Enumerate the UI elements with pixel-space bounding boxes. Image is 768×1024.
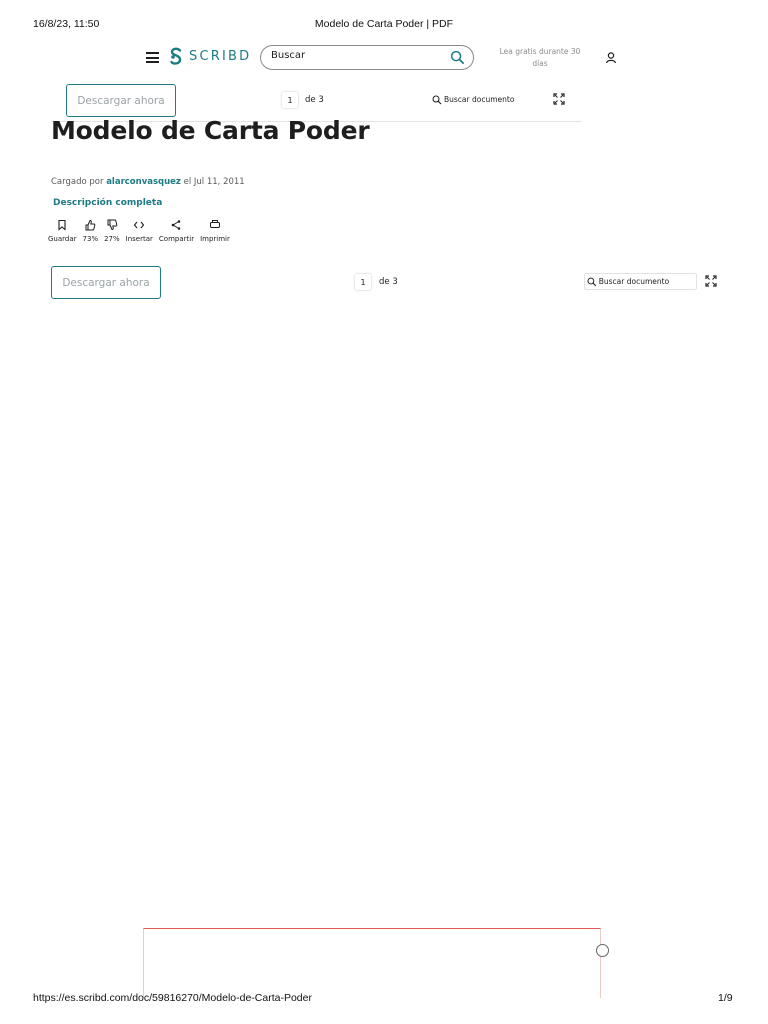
share-button[interactable]: Compartir bbox=[159, 219, 194, 243]
scribd-logo-icon bbox=[170, 47, 182, 65]
document-search-input[interactable] bbox=[442, 95, 544, 104]
author-link[interactable]: alarconvasquez bbox=[106, 177, 181, 187]
code-icon bbox=[134, 221, 145, 229]
search-icon[interactable] bbox=[450, 50, 465, 65]
page-total: de 3 bbox=[305, 95, 324, 105]
document-search-secondary[interactable] bbox=[584, 273, 697, 290]
page-number-input-secondary[interactable]: 1 bbox=[355, 274, 371, 290]
download-now-button-secondary[interactable]: Descargar ahora bbox=[51, 266, 161, 299]
dislike-percent: 27% bbox=[104, 235, 120, 243]
download-now-button[interactable]: Descargar ahora bbox=[66, 84, 176, 117]
bookmark-icon bbox=[58, 219, 66, 231]
print-button[interactable]: Imprimir bbox=[200, 219, 230, 243]
logo-text: SCRIBD bbox=[189, 49, 252, 64]
upload-date: el Jul 11, 2011 bbox=[183, 177, 245, 187]
save-label: Guardar bbox=[48, 235, 77, 243]
dislike-button[interactable]: 27% bbox=[104, 219, 120, 243]
search-icon bbox=[587, 277, 597, 286]
search-input[interactable] bbox=[271, 50, 441, 61]
document-title: Modelo de Carta Poder bbox=[51, 116, 370, 145]
printer-icon bbox=[209, 220, 220, 228]
fullscreen-icon[interactable] bbox=[553, 93, 565, 105]
print-page-count: 1/9 bbox=[718, 992, 733, 1004]
thumbs-up-icon bbox=[85, 219, 96, 231]
print-url: https://es.scribd.com/doc/59816270/Model… bbox=[33, 992, 312, 1004]
upload-prefix: Cargado por bbox=[51, 177, 104, 187]
search-icon bbox=[432, 95, 442, 104]
print-page-title: Modelo de Carta Poder | PDF bbox=[314, 18, 454, 30]
user-icon[interactable] bbox=[604, 51, 618, 65]
document-search-input-secondary[interactable] bbox=[596, 277, 696, 286]
like-percent: 73% bbox=[82, 235, 99, 243]
upload-info: Cargado por alarconvasquez el Jul 11, 20… bbox=[51, 177, 245, 187]
print-label: Imprimir bbox=[200, 235, 230, 243]
scroll-handle[interactable] bbox=[596, 944, 609, 957]
fullscreen-icon[interactable] bbox=[705, 275, 717, 287]
scribd-logo[interactable]: SCRIBD bbox=[169, 47, 251, 66]
document-search[interactable] bbox=[432, 91, 546, 108]
free-trial-link[interactable]: Lea gratis durante 30 días bbox=[496, 46, 584, 70]
like-button[interactable]: 73% bbox=[82, 219, 99, 243]
menu-icon[interactable] bbox=[146, 52, 159, 63]
embed-label: Insertar bbox=[125, 235, 153, 243]
share-icon bbox=[172, 220, 181, 230]
share-label: Compartir bbox=[158, 235, 195, 243]
embed-button[interactable]: Insertar bbox=[126, 219, 153, 243]
page-number-input[interactable]: 1 bbox=[282, 92, 298, 108]
site-search[interactable] bbox=[260, 45, 474, 70]
save-button[interactable]: Guardar bbox=[48, 219, 77, 243]
page-total-secondary: de 3 bbox=[379, 277, 398, 287]
full-description-link[interactable]: Descripción completa bbox=[53, 198, 162, 208]
document-page-preview bbox=[143, 928, 601, 998]
document-actions: Guardar 73% 27% Insertar Compartir Impri… bbox=[48, 219, 236, 243]
thumbs-down-icon bbox=[107, 219, 118, 231]
